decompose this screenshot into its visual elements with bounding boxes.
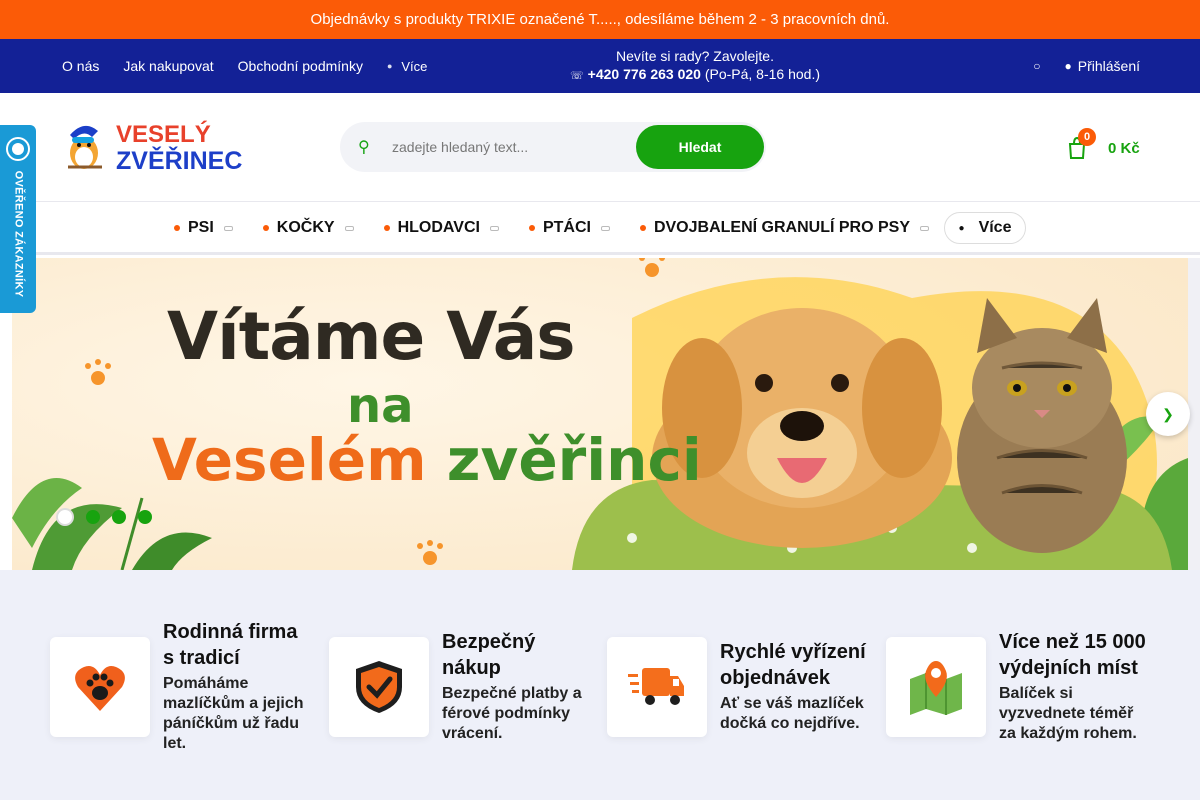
login-label: Přihlášení — [1077, 58, 1140, 74]
announcement-text: Objednávky s produkty TRIXIE označené T.… — [310, 11, 890, 28]
chevron-down-icon — [223, 225, 233, 231]
map-pin-icon — [886, 637, 986, 737]
category-more-button[interactable]: ● Více — [944, 212, 1026, 244]
help-line: Nevíte si rady? Zavolejte. — [616, 48, 774, 64]
logo-graphic: VESELÝ ZVĚŘINEC — [68, 120, 242, 175]
category-nav: PSI KOČKY HLODAVCI PTÁCI DVOJBALENÍ GRAN… — [0, 201, 1200, 255]
slider-dots — [56, 508, 164, 526]
category-rodents[interactable]: HLODAVCI — [383, 219, 499, 237]
more-dots-icon: ● — [958, 222, 965, 234]
features-section: Rodinná firma s tradicí Pomáháme mazlíčk… — [0, 570, 1200, 800]
cart-count-badge: 0 — [1078, 128, 1096, 146]
feature-desc: Bezpečné platby a férové podmínky vrácen… — [442, 685, 582, 742]
hero-banner[interactable]: Vítáme Vás na Veselém zvěřinci — [12, 258, 1188, 570]
banner-next-button[interactable]: ❯ — [1146, 392, 1190, 436]
top-nav-links: O nás Jak nakupovat Obchodní podmínky ● … — [62, 39, 451, 93]
phone-icon: ☏ — [570, 70, 584, 82]
announcement-bar: Objednávky s produkty TRIXIE označené T.… — [0, 0, 1200, 39]
feature-desc: Ať se váš mazlíček dočká co nejdříve. — [720, 695, 864, 732]
paw-heart-icon — [50, 637, 150, 737]
cart-bag-icon: 0 — [1068, 128, 1096, 160]
bullet-icon — [174, 225, 180, 231]
slider-dot[interactable] — [112, 510, 126, 524]
banner-line3: Veselém zvěřinci — [152, 426, 702, 494]
more-dots-icon: ● — [386, 61, 393, 71]
bullet-icon — [528, 225, 535, 231]
delivery-truck-icon — [607, 637, 707, 737]
feature-title: Více než 15 000 výdejních míst — [999, 631, 1146, 679]
bullet-icon — [383, 225, 390, 231]
slider-dot[interactable] — [56, 508, 74, 526]
site-logo[interactable]: VESELÝ ZVĚŘINEC — [62, 117, 278, 175]
category-label: DVOJBALENÍ GRANULÍ PRO PSY — [653, 219, 910, 236]
chevron-down-icon — [344, 225, 354, 231]
cart[interactable]: 0 0 Kč — [1068, 128, 1140, 168]
help-contact: Nevíte si rady? Zavolejte. ☏ +420 776 26… — [560, 47, 830, 85]
nav-link-terms[interactable]: Obchodní podmínky — [238, 58, 363, 74]
category-label: HLODAVCI — [397, 219, 480, 236]
chevron-down-icon — [600, 225, 610, 231]
category-dogs[interactable]: PSI — [174, 219, 233, 237]
feature-title: Rychlé vyřízení objednávek — [720, 641, 866, 689]
slider-dot[interactable] — [86, 510, 100, 524]
nav-right: ○ ● Přihlášení — [1033, 39, 1140, 93]
banner-line3a: Veselém — [152, 426, 427, 494]
nav-link-how-to-buy[interactable]: Jak nakupovat — [123, 58, 213, 74]
chevron-right-icon: ❯ — [1162, 405, 1174, 422]
category-double-packs[interactable]: DVOJBALENÍ GRANULÍ PRO PSY — [639, 219, 929, 237]
help-phone-line: ☏ +420 776 263 020 (Po-Pá, 8-16 hod.) — [560, 65, 830, 85]
feature-title: Bezpečný nákup — [442, 631, 536, 679]
search-input[interactable] — [392, 135, 622, 159]
feature-desc: Balíček si vyzvednete téměř za každým ro… — [999, 685, 1137, 742]
language-icon[interactable]: ○ — [1033, 59, 1040, 73]
banner-line3b: zvěřinci — [446, 426, 702, 494]
nav-more-label: Více — [401, 58, 428, 74]
search-bar: ⚲ Hledat — [340, 122, 766, 172]
feature-desc: Pomáháme mazlíčkům a jejich páníčkům už … — [163, 675, 304, 752]
site-header: VESELÝ ZVĚŘINEC ⚲ Hledat 0 0 Kč — [0, 93, 1200, 201]
category-label: PTÁCI — [542, 219, 591, 236]
phone-hours: (Po-Pá, 8-16 hod.) — [704, 66, 820, 82]
shield-check-icon — [329, 637, 429, 737]
trust-badge-label: OVĚŘENO ZÁKAZNÍKY — [12, 170, 24, 298]
login-link[interactable]: ● Přihlášení — [1064, 58, 1140, 74]
category-cats[interactable]: KOČKY — [262, 219, 354, 237]
category-label: PSI — [188, 219, 214, 236]
chevron-down-icon — [489, 225, 499, 231]
category-items: PSI KOČKY HLODAVCI PTÁCI DVOJBALENÍ GRAN… — [174, 202, 959, 254]
search-icon: ⚲ — [358, 139, 370, 156]
category-more-label: Více — [978, 219, 1012, 236]
logo-line1: VESELÝ — [116, 120, 211, 148]
top-navbar: O nás Jak nakupovat Obchodní podmínky ● … — [0, 39, 1200, 93]
seal-icon — [6, 137, 30, 161]
nav-more-button[interactable]: ● Více — [387, 59, 427, 74]
chevron-down-icon — [919, 225, 929, 231]
category-label: KOČKY — [276, 219, 335, 236]
logo-line2: ZVĚŘINEC — [116, 145, 242, 175]
bullet-icon — [639, 225, 646, 231]
feature-title: Rodinná firma s tradicí — [163, 621, 298, 669]
bullet-icon — [262, 225, 269, 231]
verified-by-customers-badge[interactable]: OVĚŘENO ZÁKAZNÍKY — [0, 125, 36, 313]
user-icon: ● — [1064, 59, 1072, 73]
category-birds[interactable]: PTÁCI — [528, 219, 610, 237]
cart-total: 0 Kč — [1108, 139, 1140, 157]
phone-number[interactable]: +420 776 263 020 — [588, 66, 701, 82]
nav-link-about[interactable]: O nás — [62, 58, 99, 74]
slider-dot[interactable] — [138, 510, 152, 524]
banner-line1: Vítáme Vás — [167, 298, 576, 375]
search-button[interactable]: Hledat — [636, 125, 764, 169]
